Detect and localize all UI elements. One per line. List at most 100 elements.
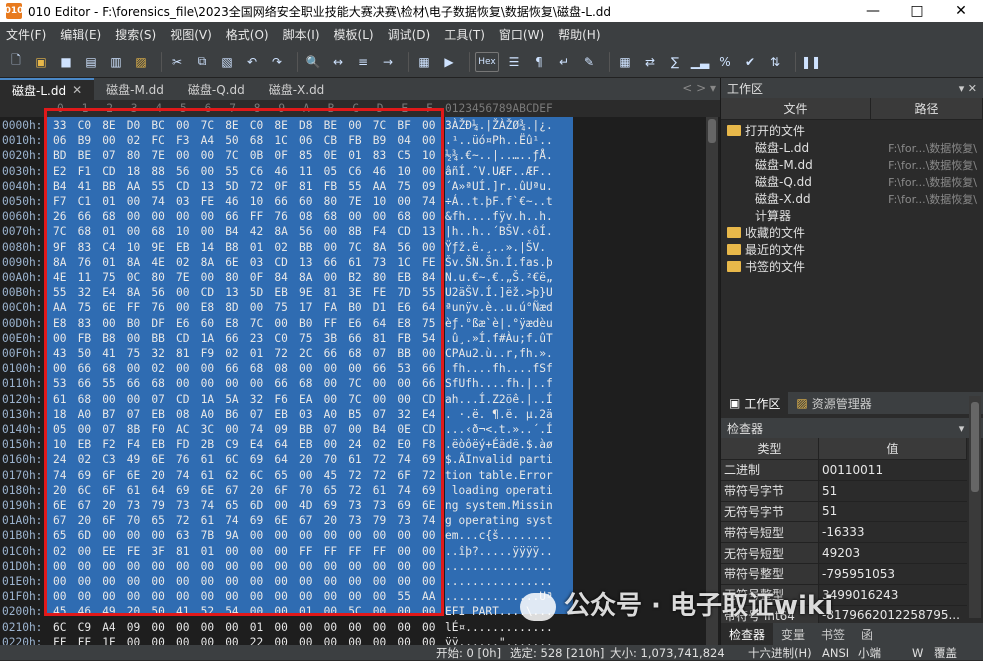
hex-byte[interactable]: 00 (397, 621, 410, 634)
hex-scrollbar[interactable] (706, 117, 718, 645)
find-in-files-icon[interactable]: ≡ (353, 52, 373, 72)
ascii-text[interactable]: tion table.Error (445, 469, 553, 482)
ascii-text[interactable]: SfUfh....fh.|..f (445, 377, 553, 390)
convert-icon[interactable]: ⇅ (765, 52, 785, 72)
inspector-value[interactable]: 00110011 (819, 460, 967, 480)
checksum-icon[interactable]: ∑ (665, 52, 685, 72)
hex-byte[interactable]: 00 (274, 621, 287, 634)
inspector-row[interactable]: 无符号短型 49203 (721, 543, 967, 564)
redo-icon[interactable]: ↷ (267, 52, 287, 72)
histogram-icon[interactable]: ▁▃ (690, 52, 710, 72)
tree-bookmarks[interactable]: 书签的文件 (721, 258, 983, 275)
status-mode[interactable]: 十六进制(H) (748, 645, 812, 661)
cut-icon[interactable]: ✂ (167, 52, 187, 72)
hex-mode-icon[interactable]: Hex (475, 51, 499, 72)
ascii-text[interactable]: |h..h..´BŠV.‹ôÍ. (445, 225, 553, 238)
inspector-value[interactable]: -795951053 (819, 564, 967, 584)
hex-byte[interactable]: C9 (78, 621, 91, 634)
inspector-row[interactable]: 二进制 00110011 (721, 460, 967, 481)
tab-scroll-arrows[interactable]: < > ▾ (682, 81, 716, 95)
close-tab-icon[interactable]: ✕ (72, 83, 82, 97)
replace-icon[interactable]: ↔ (328, 52, 348, 72)
inspector-value[interactable]: -16333 (819, 522, 967, 542)
ascii-text[interactable]: ´A»ªUÍ.]r..ûUªu. (445, 180, 553, 193)
status-encoding[interactable]: ANSI (822, 646, 849, 660)
menu-window[interactable]: 窗口(W) (499, 26, 544, 43)
inspector-value[interactable]: 3499016243 (819, 585, 967, 605)
menu-format[interactable]: 格式(O) (226, 26, 269, 43)
hex-byte[interactable]: 00 (422, 621, 435, 634)
ascii-text[interactable]: ................ (445, 560, 553, 573)
menu-search[interactable]: 搜索(S) (115, 26, 156, 43)
pause-icon[interactable]: ❚❚ (801, 52, 821, 72)
column-mode-icon[interactable]: ☰ (504, 52, 524, 72)
col-value[interactable]: 值 (819, 438, 967, 459)
ascii-text[interactable]: ah...Í.Z2öê.|..Í (445, 393, 553, 406)
ascii-text[interactable]: ..îþ?.....ÿÿÿÿ.. (445, 545, 553, 558)
ascii-text[interactable]: lÉ¤............. (445, 621, 553, 634)
tree-recent[interactable]: 最近的文件 (721, 241, 983, 258)
percent-icon[interactable]: % (715, 52, 735, 72)
ascii-text[interactable]: ªunÿv.è..u.ú°Ñæd (445, 301, 553, 314)
ascii-text[interactable]: CPAu2.ù..r,fh.». (445, 347, 553, 360)
ascii-text[interactable]: &fh....fÿv.h..h. (445, 210, 553, 223)
hex-byte[interactable]: 6C (53, 621, 66, 634)
ascii-text[interactable]: N.u.€~.€.„Š.²€ë„ (445, 271, 553, 284)
ascii-text[interactable]: ÷Á..t.þF.f`€~..t (445, 195, 553, 208)
minimize-button[interactable]: — (851, 0, 895, 22)
hex-byte[interactable]: 00 (348, 621, 361, 634)
inspector-row[interactable]: 带符号短型 -16333 (721, 522, 967, 544)
tab-bookmarks[interactable]: 书签 (813, 623, 853, 645)
col-file[interactable]: 文件 (721, 98, 871, 119)
ascii-text[interactable]: .¹..üó¤Ph..Ëû¹.. (445, 134, 553, 147)
new-file-icon[interactable]: 🗋 (6, 52, 26, 72)
highlight-icon[interactable]: ✎ (579, 52, 599, 72)
hex-row[interactable]: 0210h: 6C C9 A4 09 00 00 00 00 01 00 00 00 00 00 00 00 lÉ… (0, 621, 720, 636)
paste-icon[interactable]: ▧ (217, 52, 237, 72)
compare-icon[interactable]: ⇄ (640, 52, 660, 72)
calculator-icon[interactable]: ▦ (615, 52, 635, 72)
ascii-text[interactable]: èƒ.°ßæ`è|.°ÿædèu (445, 317, 553, 330)
inspector-value[interactable]: 51 (819, 502, 967, 522)
ascii-text[interactable]: loading operati (445, 484, 553, 497)
menu-view[interactable]: 视图(V) (170, 26, 212, 43)
ascii-text[interactable]: $.ÃInvalid parti (445, 453, 553, 466)
ascii-text[interactable]: .ëòôëý+Éädë.$.àø (445, 438, 553, 451)
hex-byte[interactable]: A4 (102, 621, 115, 634)
menu-edit[interactable]: 编辑(E) (60, 26, 101, 43)
find-icon[interactable]: 🔍 (303, 52, 323, 72)
ascii-text[interactable]: .û¸.»Í.f#Àu;f.ûT (445, 332, 553, 345)
tab-disk-q[interactable]: 磁盘-Q.dd (176, 78, 257, 100)
save-as-icon[interactable]: ▤ (81, 52, 101, 72)
ascii-text[interactable]: Ÿƒž.ë.¸..».|ŠV. (445, 241, 546, 254)
ascii-text[interactable]: ...‹ð¬<.t.»..´.Í (445, 423, 553, 436)
inspector-row[interactable]: 带符号字节 51 (721, 480, 967, 502)
hex-byte[interactable]: 01 (250, 621, 263, 634)
ascii-text[interactable]: ½¾.€~..|..…..ƒÅ. (445, 149, 553, 162)
hex-byte[interactable]: 00 (176, 621, 189, 634)
menu-script[interactable]: 脚本(I) (283, 26, 320, 43)
ascii-text[interactable]: Šv.ŠN.Šn.Í.fas.þ (445, 256, 553, 269)
hex-byte[interactable]: 00 (324, 621, 337, 634)
status-w[interactable]: W (912, 646, 923, 660)
tab-variables[interactable]: 变量 (773, 623, 813, 645)
hex-byte[interactable]: 00 (201, 621, 214, 634)
hex-byte[interactable]: 00 (225, 621, 238, 634)
goto-icon[interactable]: → (378, 52, 398, 72)
hex-byte[interactable]: 09 (127, 621, 140, 634)
tree-favorites[interactable]: 收藏的文件 (721, 224, 983, 241)
ascii-text[interactable]: âñÍ.ˆV.UÆF..ÆF.. (445, 165, 553, 178)
status-endian[interactable]: 小端 (858, 645, 881, 661)
col-type[interactable]: 类型 (721, 438, 819, 459)
tab-disk-m[interactable]: 磁盘-M.dd (94, 78, 176, 100)
menu-template[interactable]: 模板(L) (334, 26, 374, 43)
inspector-row[interactable]: 带符号整型 -795951053 (721, 563, 967, 585)
tree-file[interactable]: 计算器 (721, 207, 983, 224)
inspector-value[interactable]: 49203 (819, 543, 967, 563)
tab-functions[interactable]: 函 (853, 623, 881, 645)
ascii-text[interactable]: 3ÀŽÐ¼.|ŽÀŽØ¾.|¿. (445, 119, 553, 132)
inspector-row[interactable]: 无符号字节 51 (721, 501, 967, 523)
save-icon[interactable]: ■ (56, 52, 76, 72)
ascii-text[interactable]: U2äŠV.Í.]ëž.>þ}U (445, 286, 553, 299)
undo-icon[interactable]: ↶ (242, 52, 262, 72)
